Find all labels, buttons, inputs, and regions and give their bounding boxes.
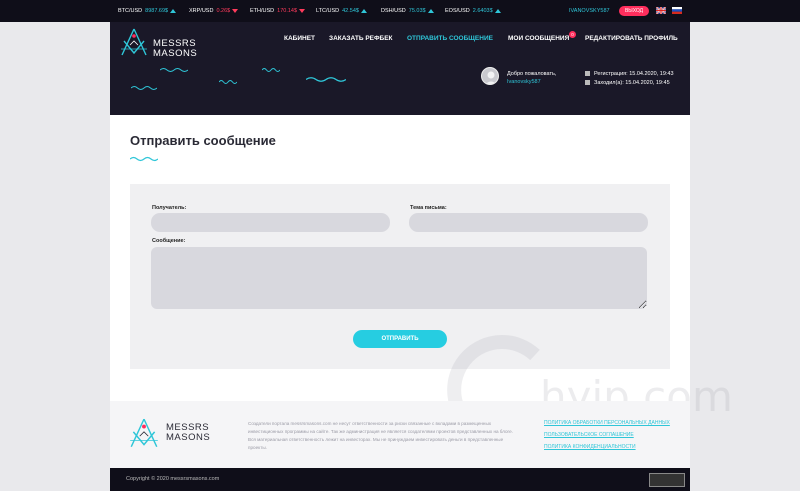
logo-line-2: MASONS [153, 48, 198, 59]
wave-decoration [219, 80, 237, 84]
arrow-up-icon [360, 9, 367, 13]
last-login-date: Заходил(а): 15.04.2020, 19:45 [594, 80, 670, 86]
wave-decoration [131, 86, 157, 90]
ticker-pair: EOS/USD [445, 8, 470, 14]
ticker-value: 2.6403$ [472, 8, 493, 14]
ticker-item: BTC/USD 8987.69$ [118, 0, 177, 22]
wave-decoration [262, 68, 280, 72]
visitor-counter-icon[interactable] [649, 473, 685, 487]
welcome-block: Добро пожаловать, Ivanovsky587 [507, 70, 556, 86]
message-textarea[interactable] [151, 247, 647, 309]
arrow-up-icon [170, 9, 177, 13]
title-wave-icon [130, 156, 158, 162]
calendar-icon [585, 71, 590, 76]
uk-flag-icon[interactable] [656, 7, 666, 14]
arrow-up-icon [494, 9, 501, 13]
ticker-value: 42.54$ [342, 8, 359, 14]
ticker-value: 0.26$ [216, 8, 231, 14]
ticker-item: LTC/USD 42.54$ [316, 0, 367, 22]
ticker-item: XRP/USD 0.26$ [189, 0, 239, 22]
copyright-text: Copyright © 2020 messrsmasons.com [126, 476, 220, 482]
logout-button[interactable]: ВЫХОД [619, 6, 649, 16]
ticker-item: ETH/USD 170.14$ [250, 0, 306, 22]
messages-count-badge: 0 [569, 31, 576, 38]
site-logo[interactable]: MESSRS MASONS [118, 27, 218, 63]
footer-logo-icon[interactable] [126, 417, 162, 451]
ticker-value: 8987.69$ [145, 8, 169, 14]
nav-edit-profile[interactable]: РЕДАКТИРОВАТЬ ПРОФИЛЬ [585, 35, 678, 42]
page-title: Отправить сообщение [130, 133, 276, 148]
ticker-pair: LTC/USD [316, 8, 340, 14]
recipient-label: Получатель: [152, 205, 187, 211]
privacy-data-link[interactable]: ПОЛИТИКА ОБРАБОТКИ ПЕРСОНАЛЬНЫХ ДАННЫХ [544, 420, 670, 426]
footer-disclaimer: Создатели портала messrsmasons.com не не… [248, 421, 513, 450]
username-link[interactable]: IVANOVSKY587 [569, 0, 610, 22]
ticker-item: EOS/USD 2.6403$ [445, 0, 501, 22]
ticker-item: DSH/USD 75.03$ [381, 0, 434, 22]
nav-cabinet[interactable]: КАБИНЕТ [284, 35, 315, 42]
footer-logo-line-2: MASONS [166, 432, 211, 443]
arrow-down-icon [299, 9, 306, 13]
registration-date: Регистрация: 15.04.2020, 19:43 [594, 71, 674, 77]
calendar-icon [585, 80, 590, 85]
wave-decoration [306, 77, 346, 82]
welcome-greeting: Добро пожаловать, [507, 71, 557, 77]
footer-logo-text: MESSRS MASONS [166, 423, 210, 443]
account-dates: Регистрация: 15.04.2020, 19:43 Заходил(а… [585, 70, 674, 88]
message-label: Сообщение: [152, 238, 186, 244]
nav-order-refback[interactable]: ЗАКАЗАТЬ РЕФБЕК [329, 35, 393, 42]
wave-decoration [160, 68, 188, 72]
ru-flag-icon[interactable] [672, 7, 682, 14]
user-agreement-link[interactable]: ПОЛЬЗОВАТЕЛЬСКОЕ СОГЛАШЕНИЕ [544, 432, 634, 438]
nav-my-messages[interactable]: МОИ СООБЩЕНИЯ [508, 35, 569, 42]
arrow-up-icon [427, 9, 434, 13]
arrow-down-icon [232, 9, 239, 13]
ticker-value: 75.03$ [408, 8, 426, 14]
ticker-pair: ETH/USD [250, 8, 275, 14]
masons-logo-icon [121, 28, 147, 56]
ticker-pair: BTC/USD [118, 8, 143, 14]
avatar[interactable] [481, 67, 499, 85]
welcome-nick[interactable]: Ivanovsky587 [507, 78, 556, 86]
recipient-input[interactable] [151, 213, 390, 232]
ticker-pair: XRP/USD [189, 8, 214, 14]
send-button[interactable]: ОТПРАВИТЬ [353, 330, 447, 348]
subject-label: Тема письма: [410, 205, 447, 211]
ticker-pair: DSH/USD [381, 8, 406, 14]
privacy-policy-link[interactable]: ПОЛИТИКА КОНФИДЕНЦИАЛЬНОСТИ [544, 444, 636, 450]
ticker-value: 170.14$ [277, 8, 298, 14]
subject-input[interactable] [409, 213, 648, 232]
nav-send-message[interactable]: ОТПРАВИТЬ СООБЩЕНИЕ [407, 35, 493, 42]
